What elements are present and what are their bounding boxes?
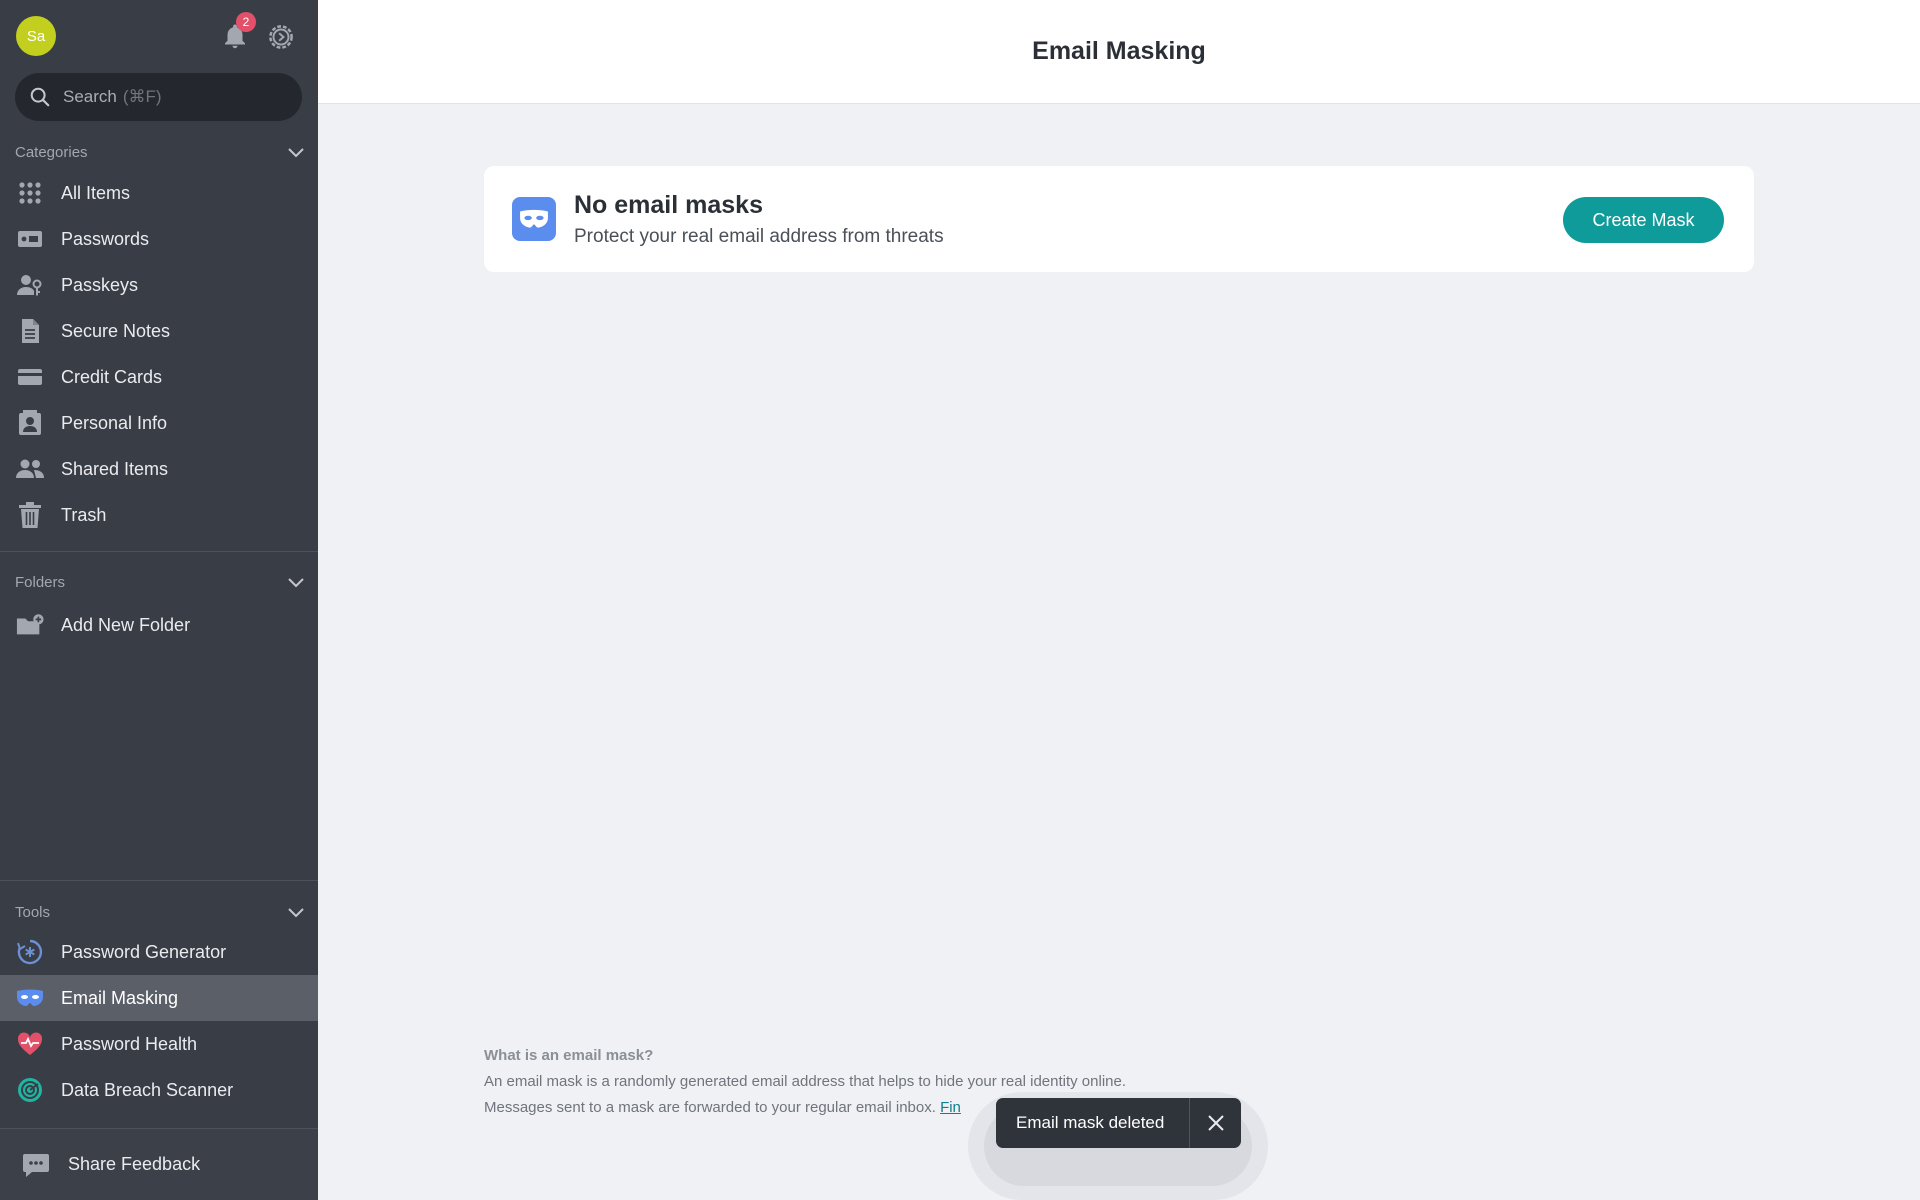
sidebar-item-data-breach-scanner[interactable]: Data Breach Scanner [0,1067,318,1113]
sidebar-item-passkeys[interactable]: Passkeys [0,262,318,308]
personal-info-icon [16,409,44,437]
passkey-icon [16,271,44,299]
toast-close-button[interactable] [1190,1098,1241,1148]
password-icon [16,225,44,253]
search-placeholder: Search [63,87,117,106]
add-folder-button[interactable]: Add New Folder [0,602,318,648]
chevron-down-icon[interactable] [287,906,305,918]
sidebar-item-label: Passkeys [61,274,139,295]
sidebar-item-password-generator[interactable]: Password Generator [0,929,318,975]
sidebar-item-label: All Items [61,182,131,203]
sidebar-item-all-items[interactable]: All Items [0,170,318,216]
sidebar-divider [0,551,318,552]
sidebar-item-personal-info[interactable]: Personal Info [0,400,318,446]
sidebar-item-email-masking[interactable]: Email Masking [0,975,318,1021]
close-icon [1207,1115,1224,1131]
avatar[interactable]: Sa [16,16,56,56]
sidebar-item-label: Shared Items [61,458,169,479]
sidebar-item-password-health[interactable]: Password Health [0,1021,318,1067]
empty-state-card: No email masks Protect your real email a… [484,166,1754,272]
sidebar-item-label: Passwords [61,228,150,249]
info-link[interactable]: Fin [940,1099,961,1116]
search-icon [30,87,50,107]
sidebar: Sa 2 Search (⌘F) Categories All Items Pa… [0,0,318,1200]
generator-icon [16,938,44,966]
chat-icon [23,1153,49,1177]
categories-heading: Categories [15,143,88,161]
share-feedback-button[interactable]: Share Feedback [0,1128,318,1200]
folders-heading: Folders [15,573,66,591]
notification-badge: 2 [236,12,256,32]
folders-header[interactable]: Folders [15,570,305,594]
sidebar-item-credit-cards[interactable]: Credit Cards [0,354,318,400]
empty-state-subtitle: Protect your real email address from thr… [574,225,944,247]
sidebar-item-label: Data Breach Scanner [61,1079,234,1100]
shared-icon [16,455,44,483]
sidebar-item-label: Password Generator [61,941,227,962]
toast: Email mask deleted [996,1098,1241,1148]
empty-state-title: No email masks [574,190,763,219]
info-line-2: Messages sent to a mask are forwarded to… [484,1099,936,1116]
add-folder-label: Add New Folder [61,614,191,635]
tools-header[interactable]: Tools [15,900,305,924]
sidebar-divider [0,880,318,881]
sidebar-item-label: Password Health [61,1033,198,1054]
share-feedback-label: Share Feedback [68,1154,201,1174]
sidebar-item-label: Trash [61,504,107,525]
sidebar-item-label: Personal Info [61,412,168,433]
credit-card-icon [16,363,44,391]
sidebar-item-passwords[interactable]: Passwords [0,216,318,262]
chevron-down-icon[interactable] [287,576,305,588]
sidebar-topbar: Sa 2 [0,0,318,72]
sidebar-item-label: Secure Notes [61,320,171,341]
empty-state-text: No email masks Protect your real email a… [574,191,944,248]
tools-heading: Tools [15,903,51,921]
toast-message: Email mask deleted [1016,1113,1165,1132]
sidebar-item-label: Credit Cards [61,366,163,387]
mask-icon [16,984,44,1012]
folder-add-icon [16,611,44,639]
sidebar-item-trash[interactable]: Trash [0,492,318,538]
create-mask-button[interactable]: Create Mask [1563,197,1724,243]
categories-header[interactable]: Categories [15,140,305,164]
heart-icon [16,1030,44,1058]
search-shortcut: (⌘F) [122,87,162,106]
note-icon [16,317,44,345]
gear-icon[interactable] [266,22,296,52]
trash-icon [16,501,44,529]
mask-icon [512,197,556,241]
radar-icon [16,1076,44,1104]
page-title: Email Masking [1032,37,1206,65]
sidebar-item-shared-items[interactable]: Shared Items [0,446,318,492]
chevron-down-icon[interactable] [287,146,305,158]
grid-icon [16,179,44,207]
search-input[interactable]: Search (⌘F) [15,73,302,121]
info-question: What is an email mask? [484,1047,654,1064]
sidebar-item-secure-notes[interactable]: Secure Notes [0,308,318,354]
sidebar-item-label: Email Masking [61,987,179,1008]
page-header: Email Masking [318,0,1920,104]
